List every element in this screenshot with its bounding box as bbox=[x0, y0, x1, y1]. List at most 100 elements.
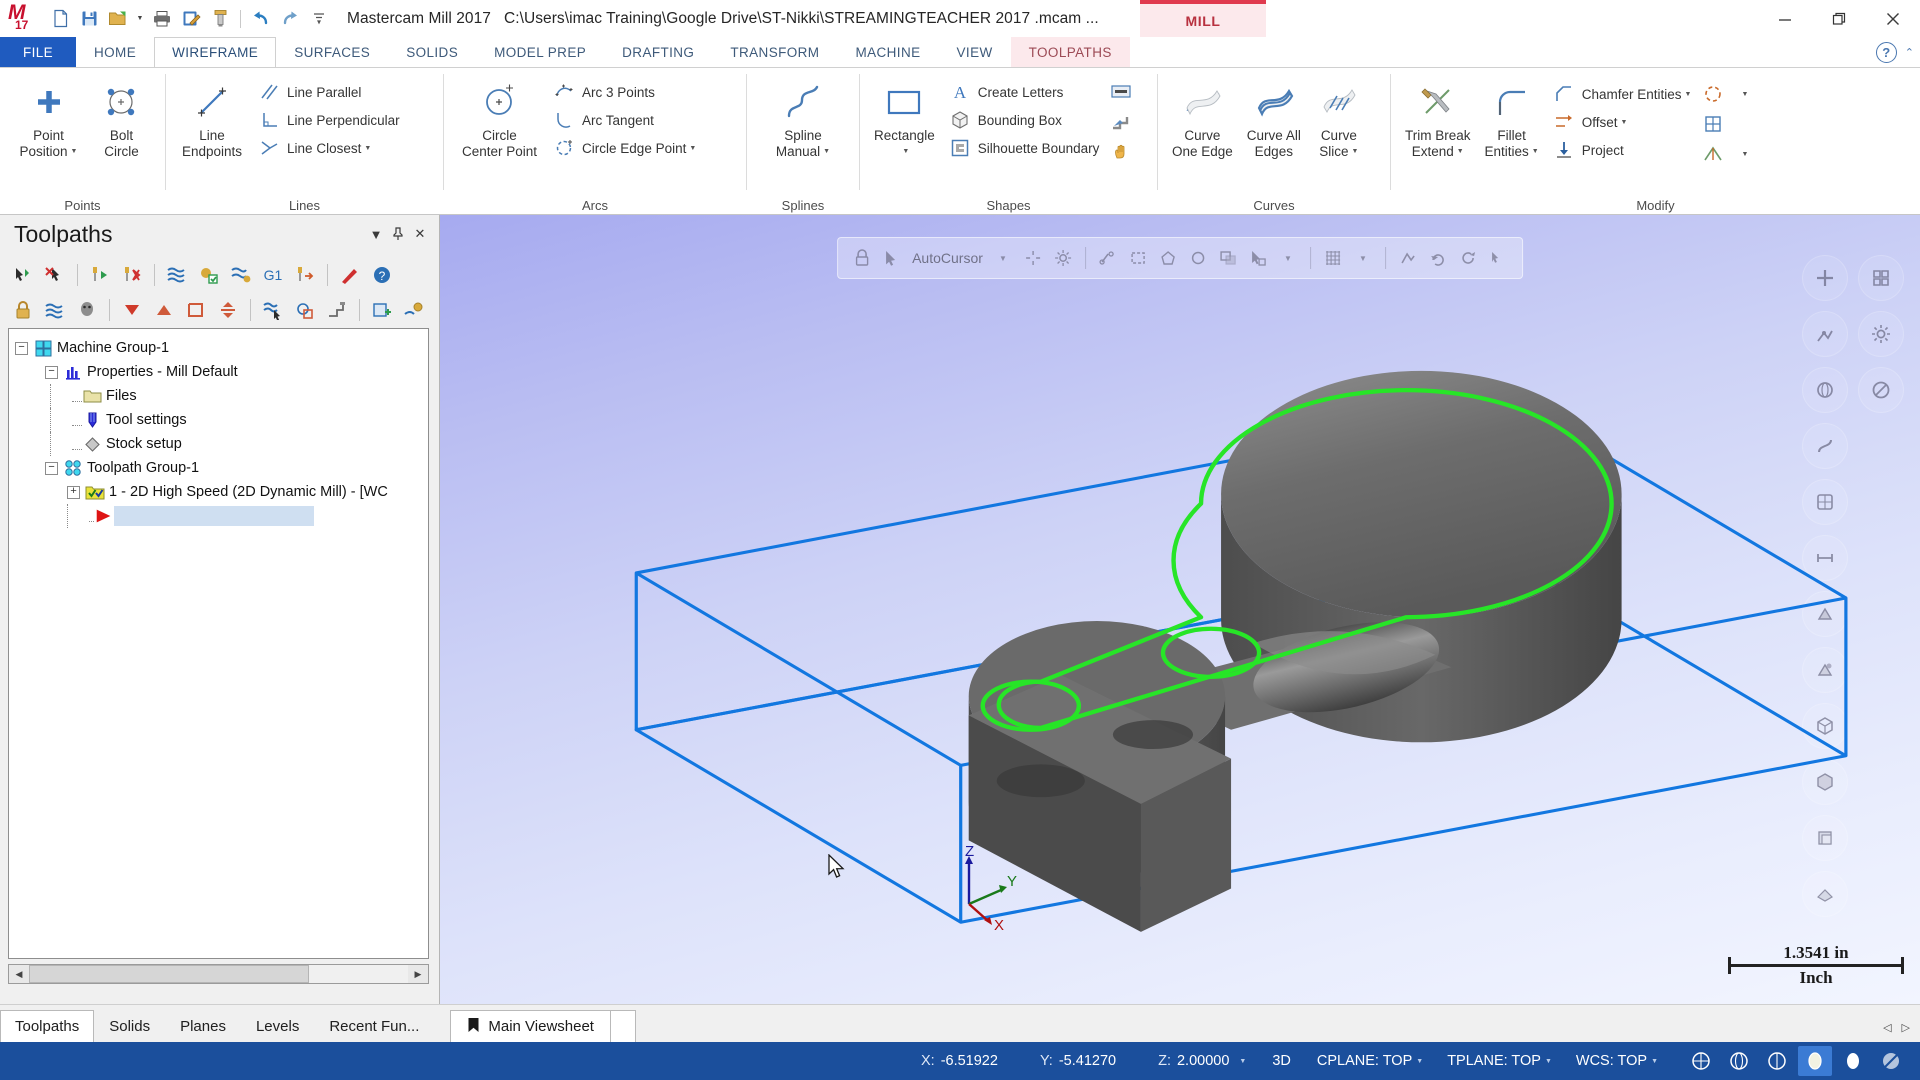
deselect-all-operations-icon[interactable] bbox=[40, 260, 70, 290]
view-gnomon-2-icon[interactable] bbox=[1722, 1046, 1756, 1076]
curve-all-edges-button[interactable]: Curve All Edges bbox=[1241, 76, 1307, 160]
circle-center-point-button[interactable]: Circle Center Point bbox=[456, 76, 543, 160]
status-wcs[interactable]: WCS: TOP ▼ bbox=[1576, 1053, 1658, 1069]
lock-selected-icon[interactable] bbox=[8, 295, 38, 325]
tab-wireframe[interactable]: WIREFRAME bbox=[154, 37, 277, 67]
tab-view[interactable]: VIEW bbox=[939, 37, 1011, 67]
modify-split-icon[interactable] bbox=[1699, 110, 1727, 138]
tree-node-selected-row[interactable] bbox=[114, 506, 314, 526]
tree-node-files[interactable]: Files bbox=[15, 384, 428, 408]
wcs-dropdown-icon[interactable]: ▼ bbox=[1651, 1058, 1658, 1065]
stair-boundary-icon[interactable] bbox=[1107, 108, 1135, 136]
tree-node-insert-arrow[interactable] bbox=[15, 504, 428, 528]
tree-expander[interactable]: − bbox=[45, 365, 58, 379]
edit-file-icon[interactable] bbox=[177, 5, 205, 33]
save-icon[interactable] bbox=[75, 5, 103, 33]
bottom-tab-solids[interactable]: Solids bbox=[94, 1010, 165, 1042]
verify-selected-icon[interactable] bbox=[194, 260, 224, 290]
toolpath-select-icon[interactable] bbox=[258, 295, 288, 325]
bottom-tab-recent-functions[interactable]: Recent Fun... bbox=[314, 1010, 434, 1042]
tab-transform[interactable]: TRANSFORM bbox=[712, 37, 837, 67]
rectangle-button[interactable]: Rectangle ▼ bbox=[868, 76, 941, 160]
line-perpendicular-button[interactable]: Line Perpendicular bbox=[252, 106, 406, 134]
bottom-tab-planes[interactable]: Planes bbox=[165, 1010, 241, 1042]
regenerate-selected-icon[interactable] bbox=[85, 260, 115, 290]
view-gnomon-1-icon[interactable] bbox=[1684, 1046, 1718, 1076]
measure-icon[interactable] bbox=[206, 5, 234, 33]
restore-button[interactable] bbox=[1812, 0, 1866, 37]
arc-tangent-button[interactable]: Arc Tangent bbox=[547, 106, 702, 134]
edit-toolpath-icon[interactable] bbox=[335, 260, 365, 290]
help-icon[interactable]: ? bbox=[367, 260, 397, 290]
panel-pin-icon[interactable] bbox=[387, 223, 409, 245]
viewsheet-next-icon[interactable]: ▷ bbox=[1902, 1021, 1910, 1034]
new-file-icon[interactable] bbox=[46, 5, 74, 33]
tree-node-tool-settings[interactable]: Tool settings bbox=[15, 408, 428, 432]
fillet-entities-button[interactable]: Fillet Entities ▼ bbox=[1479, 76, 1545, 160]
status-y-coordinate[interactable]: Y: -5.41270 bbox=[1040, 1053, 1116, 1069]
tab-machine[interactable]: MACHINE bbox=[837, 37, 938, 67]
print-icon[interactable] bbox=[148, 5, 176, 33]
modify-split-dropdown-icon[interactable] bbox=[1729, 110, 1757, 138]
move-insert-arrow-icon[interactable] bbox=[181, 295, 211, 325]
tree-node-properties[interactable]: − Properties - Mill Default bbox=[15, 360, 428, 384]
curve-one-edge-button[interactable]: Curve One Edge bbox=[1166, 76, 1239, 160]
status-x-coordinate[interactable]: X: -6.51922 bbox=[921, 1053, 998, 1069]
viewsheet-tab-main[interactable]: Main Viewsheet bbox=[450, 1010, 611, 1042]
simulate-icon[interactable] bbox=[226, 260, 256, 290]
bottom-tab-levels[interactable]: Levels bbox=[241, 1010, 314, 1042]
tab-surfaces[interactable]: SURFACES bbox=[276, 37, 388, 67]
graphics-viewport[interactable]: AutoCursor ▼ ▼ ▼ Z Y X 1.3541 in Inch bbox=[440, 215, 1920, 1004]
tree-expander[interactable]: − bbox=[15, 341, 28, 355]
tree-expander[interactable]: − bbox=[45, 461, 58, 475]
toolpaths-tree[interactable]: − Machine Group-1 − Properties - Mill De… bbox=[8, 328, 429, 959]
scrollbar-thumb[interactable] bbox=[29, 965, 309, 983]
tool-display-icon[interactable] bbox=[322, 295, 352, 325]
close-button[interactable] bbox=[1866, 0, 1920, 37]
status-cplane[interactable]: CPLANE: TOP ▼ bbox=[1317, 1053, 1423, 1069]
line-closest-button[interactable]: Line Closest ▼ bbox=[252, 134, 406, 162]
tree-expander[interactable]: + bbox=[67, 485, 80, 499]
cplane-dropdown-icon[interactable]: ▼ bbox=[1416, 1058, 1423, 1065]
toggle-toolpath-display-icon[interactable] bbox=[72, 295, 102, 325]
dynamic-xform-dropdown-icon[interactable]: ▼ bbox=[1729, 80, 1757, 108]
add-viewsheet-button[interactable] bbox=[609, 1010, 636, 1042]
chamfer-entities-button[interactable]: Chamfer Entities ▼ bbox=[1547, 80, 1698, 108]
view-gnomon-3-icon[interactable] bbox=[1760, 1046, 1794, 1076]
bolt-circle-button[interactable]: Bolt Circle bbox=[91, 76, 151, 160]
offset-button[interactable]: Offset ▼ bbox=[1547, 108, 1698, 136]
trim-break-extend-button[interactable]: Trim Break Extend ▼ bbox=[1399, 76, 1477, 160]
modify-normals-icon[interactable] bbox=[1699, 140, 1727, 168]
tree-node-machine-group[interactable]: − Machine Group-1 bbox=[15, 336, 428, 360]
letters-on-geometry-icon[interactable] bbox=[1107, 78, 1135, 106]
point-position-button[interactable]: Point Position ▼ bbox=[14, 76, 84, 160]
dynamic-xform-icon[interactable] bbox=[1699, 80, 1727, 108]
scroll-right-icon[interactable]: ▶ bbox=[408, 965, 428, 983]
undo-icon[interactable] bbox=[247, 5, 275, 33]
tab-drafting[interactable]: DRAFTING bbox=[604, 37, 712, 67]
shaded-view-icon[interactable] bbox=[1798, 1046, 1832, 1076]
z-dropdown-icon[interactable]: ▼ bbox=[1239, 1058, 1246, 1065]
backplot-selected-icon[interactable] bbox=[162, 260, 192, 290]
modify-normals-dropdown-icon[interactable]: ▼ bbox=[1729, 140, 1757, 168]
scroll-left-icon[interactable]: ◀ bbox=[9, 965, 29, 983]
wireframe-shade-icon[interactable] bbox=[1836, 1046, 1870, 1076]
silhouette-boundary-button[interactable]: Silhouette Boundary bbox=[943, 134, 1106, 162]
minimize-button[interactable] bbox=[1758, 0, 1812, 37]
move-up-icon[interactable] bbox=[149, 295, 179, 325]
hand-select-icon[interactable] bbox=[1107, 138, 1135, 166]
select-all-operations-icon[interactable] bbox=[8, 260, 38, 290]
circle-edge-point-button[interactable]: Circle Edge Point ▼ bbox=[547, 134, 702, 162]
translucent-view-icon[interactable] bbox=[1874, 1046, 1908, 1076]
settings-toolpath-icon[interactable] bbox=[399, 295, 429, 325]
customize-qat-icon[interactable] bbox=[305, 5, 333, 33]
status-tplane[interactable]: TPLANE: TOP ▼ bbox=[1447, 1053, 1552, 1069]
help-icon[interactable]: ? bbox=[1875, 42, 1897, 63]
toolpaths-tree-hscrollbar[interactable]: ◀ ▶ bbox=[8, 964, 429, 984]
collapse-ribbon-icon[interactable]: ⌃ bbox=[1905, 46, 1914, 59]
plus-toolpath-icon[interactable] bbox=[367, 295, 397, 325]
tree-node-toolpath-group[interactable]: − Toolpath Group-1 bbox=[15, 456, 428, 480]
line-parallel-button[interactable]: Line Parallel bbox=[252, 78, 406, 106]
open-dropdown-icon[interactable]: ▼ bbox=[133, 5, 147, 33]
toggle-posting-icon[interactable] bbox=[40, 295, 70, 325]
